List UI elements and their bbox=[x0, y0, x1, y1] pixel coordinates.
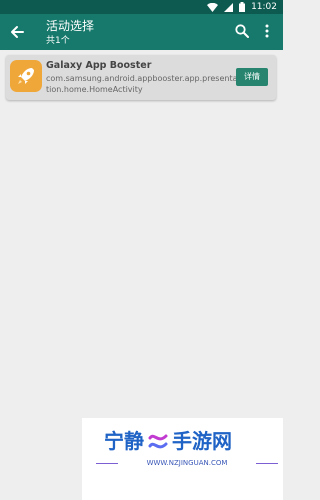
rocket-icon bbox=[18, 68, 34, 84]
app-icon bbox=[10, 60, 42, 92]
signal-icon bbox=[224, 2, 234, 12]
activity-package-name: com.samsung.android.appbooster.app.prese… bbox=[46, 74, 238, 94]
watermark-right-text: 手游网 bbox=[172, 429, 232, 453]
app-bar: 活动选择 共1个 bbox=[0, 14, 283, 50]
page-subtitle: 共1个 bbox=[46, 36, 70, 46]
search-icon[interactable] bbox=[235, 24, 249, 38]
status-icons: 11:02 bbox=[207, 1, 277, 13]
wifi-icon bbox=[207, 2, 219, 12]
activity-list-item[interactable]: Galaxy App Booster com.samsung.android.a… bbox=[6, 55, 276, 100]
watermark-brand: 宁静 手游网 bbox=[104, 428, 232, 454]
app-name: Galaxy App Booster bbox=[46, 60, 152, 71]
watermark-left-text: 宁静 bbox=[104, 429, 144, 453]
back-arrow-icon[interactable] bbox=[10, 25, 24, 39]
status-bar: 11:02 bbox=[0, 0, 283, 14]
page-title: 活动选择 bbox=[46, 19, 95, 33]
watermark-url: WWW.NZJINGUAN.COM bbox=[96, 458, 278, 468]
watermark: 宁静 手游网 WWW.NZJINGUAN.COM bbox=[82, 418, 283, 500]
details-button[interactable]: 详情 bbox=[236, 68, 268, 86]
watermark-logo-icon bbox=[148, 434, 168, 449]
status-time: 11:02 bbox=[251, 2, 277, 12]
more-options-icon[interactable] bbox=[263, 24, 271, 38]
battery-icon bbox=[239, 2, 246, 12]
